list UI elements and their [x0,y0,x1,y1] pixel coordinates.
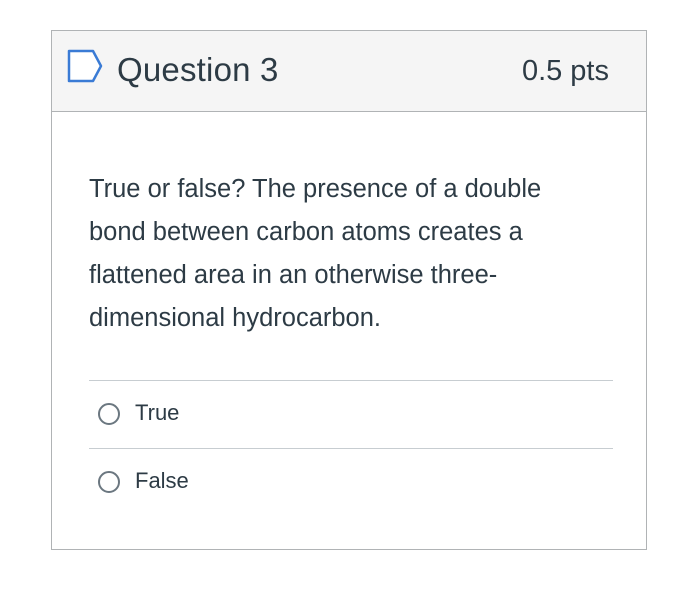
answer-label[interactable]: True [135,400,179,426]
flag-question-icon[interactable] [67,49,103,83]
question-header: Question 3 0.5 pts [52,31,646,112]
answer-label[interactable]: False [135,468,189,494]
question-points: 0.5 pts [521,55,609,87]
radio-button[interactable] [98,471,120,493]
answer-list: True False [89,380,613,516]
question-card: Question 3 0.5 pts True or false? The pr… [51,30,647,550]
question-title: Question 3 [117,51,279,88]
answer-option-false[interactable]: False [89,448,613,516]
radio-button[interactable] [98,403,120,425]
answer-option-true[interactable]: True [89,380,613,448]
question-text: True or false? The presence of a double … [89,175,542,332]
